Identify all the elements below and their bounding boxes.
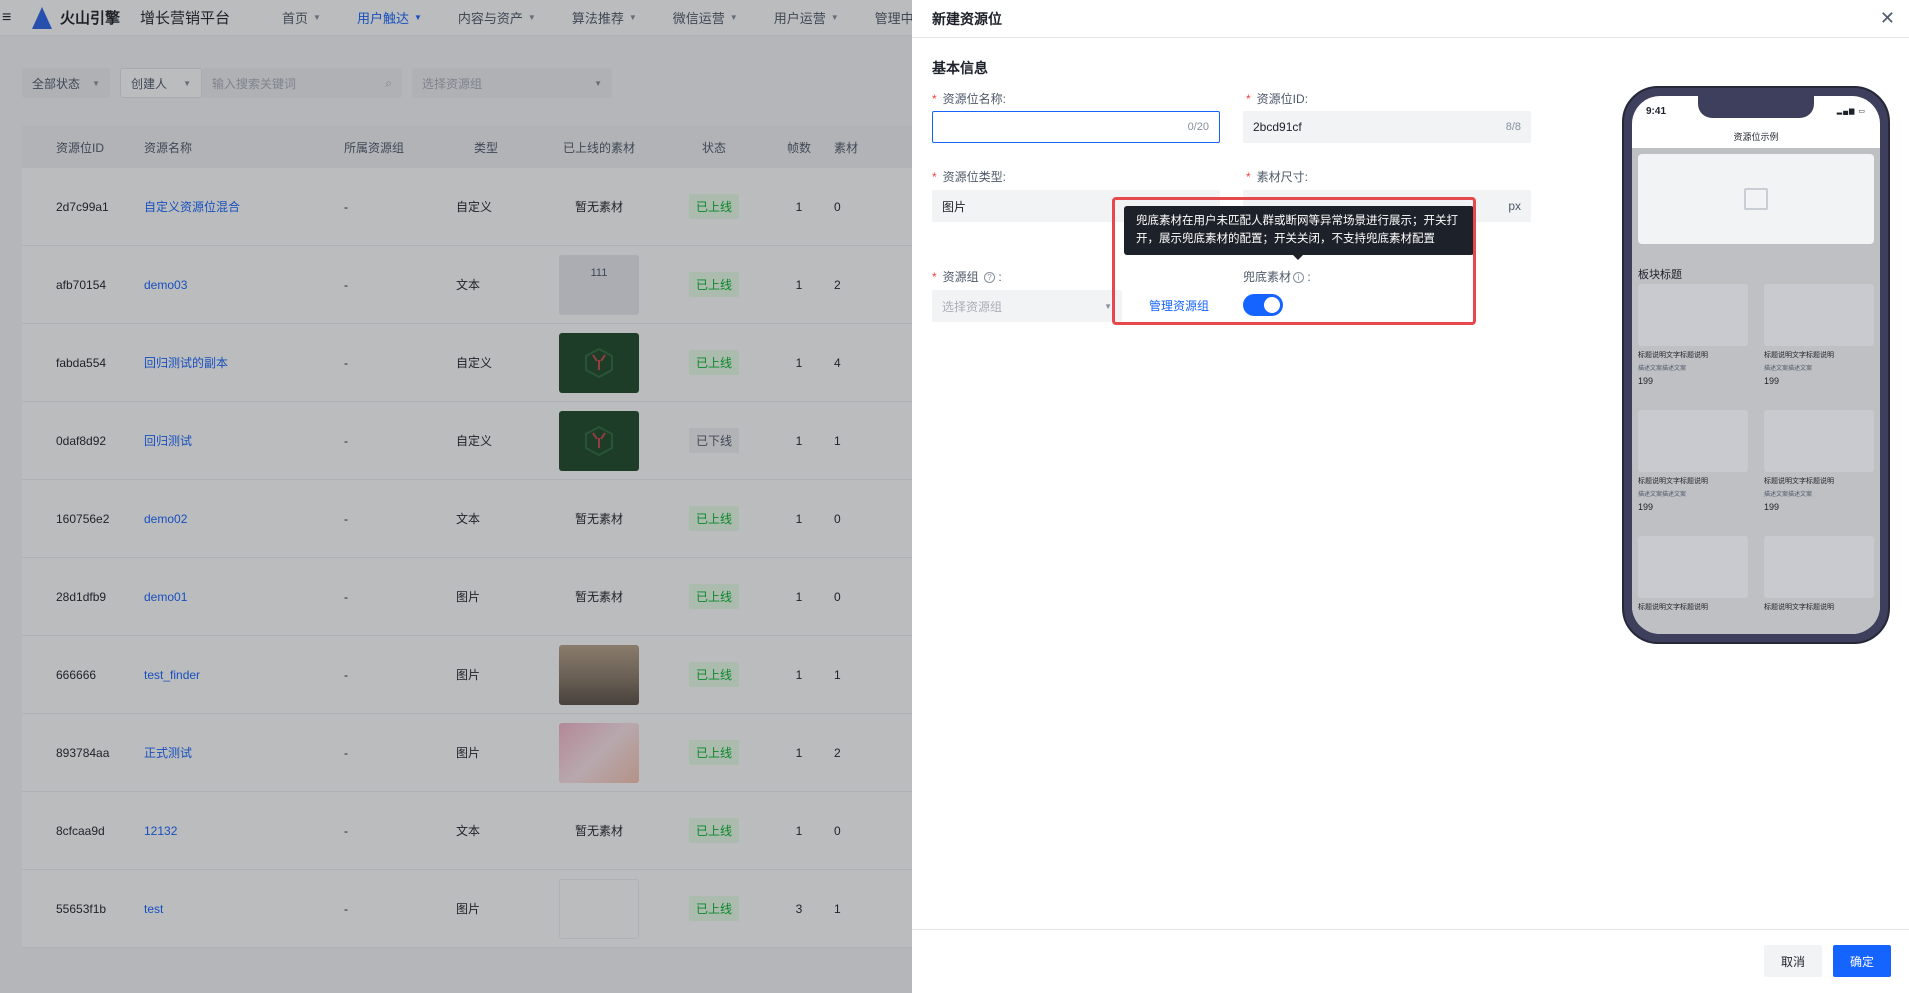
label-text: 资源位ID:: [1256, 92, 1309, 106]
label-text: 素材尺寸:: [1256, 170, 1309, 184]
resource-type-value: 图片: [942, 199, 967, 214]
resource-group-label: * 资源组 ? :: [932, 270, 1002, 284]
preview-body: 板块标题 标题说明文字标题说明 描述文案描述文案 199 标题说明文字标题说明 描述文…: [1632, 148, 1880, 634]
card-price: 199: [1764, 502, 1780, 512]
preview-card: 标题说明文字标题说明: [1764, 536, 1874, 612]
drawer-footer: [912, 929, 1909, 993]
card-title: 标题说明文字标题说明: [1764, 352, 1834, 359]
card-image: [1764, 410, 1874, 472]
resource-id-value: 2bcd91cf: [1253, 120, 1302, 134]
page: ≡ 火山引擎 增长营销平台 首页 ▼ 用户触达 ▼ 内容与资产 ▼ 算法推荐 ▼ 微信运…: [0, 0, 1909, 993]
preview-card: 标题说明文字标题说明 描述文案描述文案 199: [1638, 410, 1748, 512]
char-counter: 8/8: [1505, 121, 1521, 133]
card-title: 标题说明文字标题说明: [1638, 604, 1708, 611]
card-price: 199: [1638, 502, 1654, 512]
resource-name-label: * 资源位名称:: [932, 90, 1006, 107]
char-counter: 0/20: [1187, 121, 1209, 133]
image-icon: [1744, 188, 1768, 210]
resource-name-input[interactable]: 0/20: [932, 111, 1220, 143]
card-desc: 描述文案描述文案: [1764, 492, 1813, 498]
signal-battery-icon: ▂▄▆ ▭: [1836, 108, 1866, 115]
card-desc: 描述文案描述文案: [1638, 492, 1687, 498]
preview-card: 标题说明文字标题说明: [1638, 536, 1748, 612]
card-title: 标题说明文字标题说明: [1764, 604, 1834, 611]
resource-id-input[interactable]: 2bcd91cf 8/8: [1243, 111, 1531, 143]
required-mark: *: [932, 270, 937, 284]
card-price: 199: [1638, 376, 1654, 386]
card-image: [1764, 284, 1874, 346]
size-unit: px: [1508, 199, 1521, 213]
chevron-down-icon: ▼: [1104, 301, 1112, 311]
resource-group-select[interactable]: 选择资源组 ▼: [932, 290, 1122, 322]
group-select-placeholder: 选择资源组: [942, 299, 1003, 314]
label-text: 资源位名称:: [942, 92, 1007, 106]
section-title: 基本信息: [932, 60, 988, 76]
label-text: 资源位类型:: [942, 170, 1007, 184]
phone-notch: [1698, 96, 1814, 118]
card-desc: 描述文案描述文案: [1764, 366, 1813, 372]
card-image: [1638, 410, 1748, 472]
card-title: 标题说明文字标题说明: [1764, 478, 1834, 485]
card-image: [1764, 536, 1874, 598]
required-mark: *: [932, 92, 937, 106]
resource-id-label: * 资源位ID:: [1246, 90, 1308, 107]
card-desc: 描述文案描述文案: [1638, 366, 1687, 372]
card-title: 标题说明文字标题说明: [1638, 352, 1708, 359]
card-title: 标题说明文字标题说明: [1638, 478, 1708, 485]
card-image: [1638, 536, 1748, 598]
phone-preview: 9:41 ▂▄▆ ▭ 资源位示例 板块标题 标题说明文字标题说明 描述文案描述文案…: [1622, 86, 1890, 644]
preview-card: 标题说明文字标题说明 描述文案描述文案 199: [1638, 284, 1748, 386]
help-icon[interactable]: ?: [984, 272, 996, 284]
card-image: [1638, 284, 1748, 346]
required-mark: *: [1246, 170, 1251, 184]
annotation-highlight-box: [1112, 197, 1476, 325]
cancel-button[interactable]: 取消: [1764, 945, 1822, 977]
close-icon[interactable]: ✕: [1880, 8, 1895, 29]
required-mark: *: [1246, 92, 1251, 106]
preview-card: 标题说明文字标题说明 描述文案描述文案 199: [1764, 410, 1874, 512]
preview-title: 资源位示例: [1733, 132, 1779, 142]
status-time: 9:41: [1646, 106, 1667, 117]
phone-screen: 9:41 ▂▄▆ ▭ 资源位示例 板块标题 标题说明文字标题说明 描述文案描述文案…: [1632, 96, 1880, 634]
drawer-title: 新建资源位: [932, 10, 1002, 27]
preview-card: 标题说明文字标题说明 描述文案描述文案 199: [1764, 284, 1874, 386]
card-price: 199: [1764, 376, 1780, 386]
preview-banner: [1638, 154, 1874, 244]
resource-type-label: * 资源位类型:: [932, 168, 1006, 185]
drawer-header: 新建资源位: [912, 0, 1909, 38]
required-mark: *: [932, 170, 937, 184]
modal-mask[interactable]: [0, 0, 912, 993]
label-text: 资源组: [942, 270, 979, 284]
block-title: 板块标题: [1638, 269, 1682, 281]
confirm-button[interactable]: 确定: [1833, 945, 1891, 977]
material-size-label: * 素材尺寸:: [1246, 168, 1308, 185]
